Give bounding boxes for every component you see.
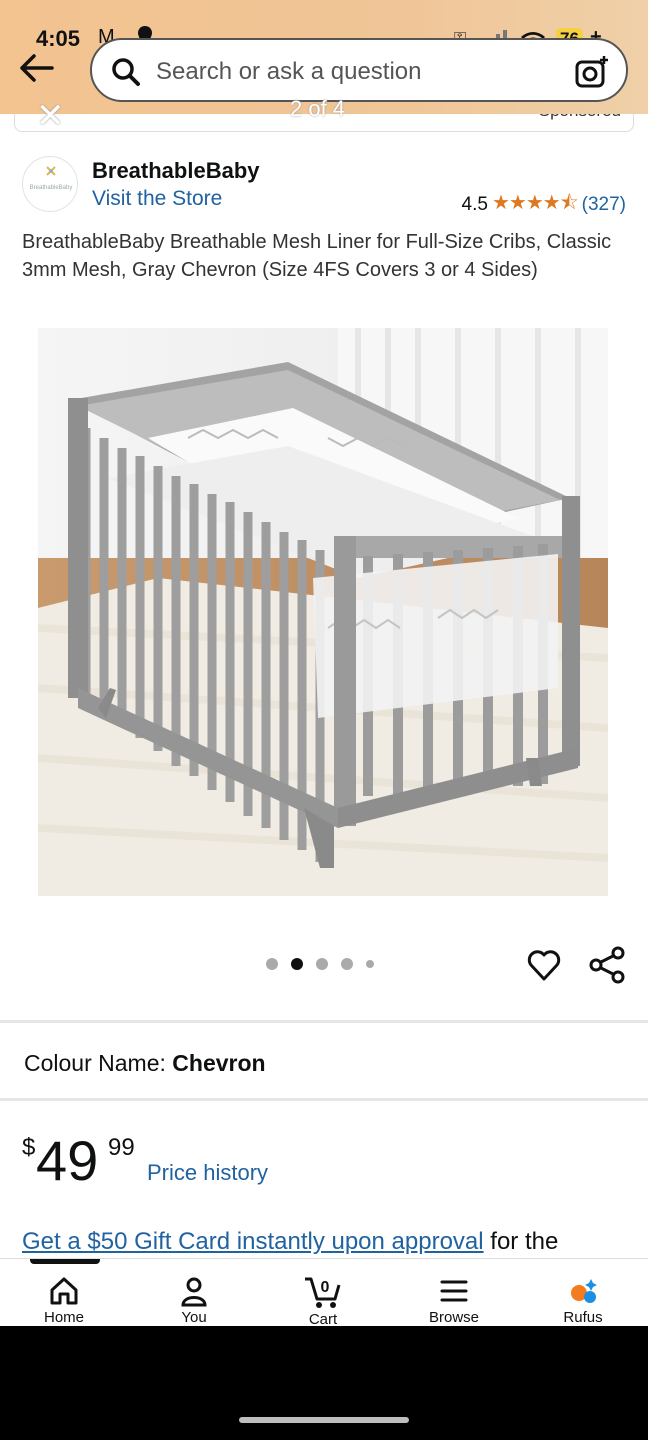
brand-logo-mark-icon bbox=[46, 166, 56, 176]
product-image[interactable] bbox=[38, 328, 608, 896]
status-time: 4:05 bbox=[36, 26, 81, 51]
brand-logo-text: BreathableBaby bbox=[29, 185, 73, 191]
price-whole: 49 bbox=[36, 1129, 99, 1192]
gift-card-link[interactable]: Get a $50 Gift Card instantly upon appro… bbox=[22, 1228, 484, 1255]
carousel-dot-active[interactable] bbox=[291, 958, 303, 970]
crib-photo bbox=[38, 328, 608, 896]
price-fraction: 99 bbox=[108, 1134, 135, 1161]
search-icon bbox=[112, 58, 140, 86]
share-icon[interactable] bbox=[588, 946, 626, 984]
product-title: BreathableBaby Breathable Mesh Liner for… bbox=[22, 231, 612, 281]
nav-cart-label: Cart bbox=[308, 1311, 338, 1326]
rufus-icon bbox=[571, 1279, 597, 1303]
nav-you[interactable]: You bbox=[149, 1275, 239, 1326]
rating-count[interactable]: (327) bbox=[582, 194, 626, 216]
nav-browse-label: Browse bbox=[428, 1309, 480, 1326]
price-history-link[interactable]: Price history bbox=[147, 1160, 268, 1186]
colour-label: Colour Name: bbox=[24, 1050, 166, 1076]
search-input[interactable]: Search or ask a question bbox=[156, 58, 422, 86]
heart-icon[interactable] bbox=[526, 947, 562, 983]
active-tab-indicator bbox=[30, 1259, 100, 1264]
nav-rufus[interactable]: Rufus bbox=[538, 1275, 628, 1326]
nav-cart[interactable]: 0 Cart bbox=[278, 1275, 368, 1326]
promo-rest: for the bbox=[483, 1228, 559, 1255]
brand-name: BreathableBaby bbox=[92, 158, 260, 183]
section-divider bbox=[0, 1020, 648, 1023]
close-icon[interactable]: ✕ bbox=[36, 96, 65, 136]
nav-home[interactable]: Home bbox=[19, 1275, 109, 1326]
camera-search-icon[interactable] bbox=[574, 54, 610, 90]
home-icon bbox=[50, 1277, 78, 1305]
user-icon bbox=[181, 1277, 207, 1307]
brand-logo[interactable]: BreathableBaby bbox=[22, 156, 78, 212]
carousel-dot[interactable] bbox=[341, 958, 353, 970]
visit-store-link[interactable]: Visit the Store bbox=[92, 187, 222, 211]
nav-browse[interactable]: Browse bbox=[409, 1275, 499, 1326]
search-bar[interactable]: Search or ask a question bbox=[90, 38, 628, 102]
rating-value: 4.5 bbox=[461, 194, 488, 215]
section-divider bbox=[0, 1098, 648, 1101]
nav-home-label: Home bbox=[43, 1309, 84, 1326]
image-carousel-dots[interactable] bbox=[266, 958, 374, 970]
cart-icon: 0 bbox=[305, 1277, 341, 1308]
menu-icon bbox=[440, 1280, 468, 1302]
gift-card-promo: Get a $50 Gift Card instantly upon appro… bbox=[22, 1228, 558, 1256]
image-counter: 2 of 4 bbox=[290, 96, 346, 121]
bottom-navigation: Home You 0 Cart Browse Rufus bbox=[0, 1258, 648, 1326]
carousel-dot[interactable] bbox=[266, 958, 278, 970]
system-home-indicator[interactable] bbox=[239, 1417, 409, 1423]
rating-summary[interactable]: 4.5 ★★★★⯪ (327) bbox=[462, 188, 626, 222]
nav-rufus-label: Rufus bbox=[563, 1309, 603, 1326]
colour-name-row: Colour Name: Chevron bbox=[24, 1050, 266, 1077]
carousel-dot[interactable] bbox=[316, 958, 328, 970]
colour-value: Chevron bbox=[172, 1050, 266, 1076]
cart-count: 0 bbox=[321, 1279, 330, 1296]
nav-you-label: You bbox=[181, 1309, 207, 1326]
product-page: Sponsored ✕ 2 of 4 4:05 M ⚿ 76 + Search … bbox=[0, 0, 648, 1326]
price-currency: $ bbox=[22, 1134, 36, 1161]
star-rating-icon: ★★★★⯪ bbox=[491, 192, 579, 214]
back-arrow-icon[interactable] bbox=[16, 50, 56, 86]
carousel-dot[interactable] bbox=[366, 960, 374, 968]
